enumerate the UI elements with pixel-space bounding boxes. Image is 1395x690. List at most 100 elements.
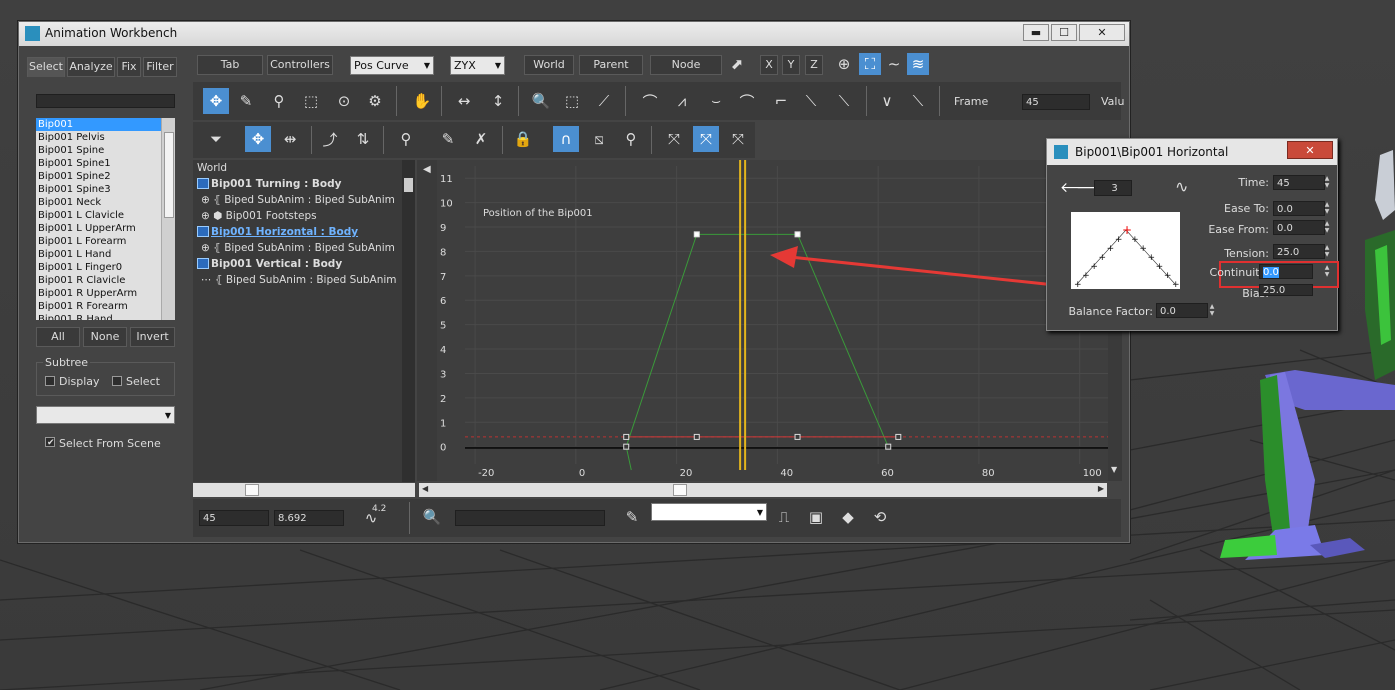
rotate-view-icon[interactable]: ⊕: [833, 53, 855, 75]
align-values-icon[interactable]: ⇅: [350, 126, 376, 152]
zoom-vertical-icon[interactable]: ↕: [485, 88, 511, 114]
key-info-icon[interactable]: 🔍: [419, 504, 445, 530]
continuity-field[interactable]: 0.0: [1259, 264, 1313, 279]
graph-collapse-icon[interactable]: ◀: [423, 164, 431, 175]
zoom-region-icon[interactable]: ⬚: [559, 88, 585, 114]
key-line-icon[interactable]: ∼: [883, 53, 905, 75]
tree-turning-subanim[interactable]: ⊕ ⦃ Biped SubAnim : Biped SubAnim: [201, 193, 395, 208]
frame-field[interactable]: 45: [1022, 94, 1090, 110]
tangent-auto-icon[interactable]: ⌒: [637, 88, 663, 114]
ease-from-spinner[interactable]: ▲ ▼: [1323, 220, 1331, 235]
move-keys-icon[interactable]: ✥: [203, 88, 229, 114]
snap-magnet-icon[interactable]: ∩: [553, 126, 579, 152]
display-checkbox[interactable]: Display: [45, 375, 100, 388]
bottom-value-field[interactable]: 8.692: [274, 510, 344, 526]
move-selection-icon[interactable]: ✥: [245, 126, 271, 152]
zoom-icon[interactable]: 🔍: [528, 88, 554, 114]
select-none-button[interactable]: None: [83, 327, 127, 347]
graph-hscroll[interactable]: ◀ ▶: [419, 483, 1107, 497]
tree-turning-node[interactable]: Bip001 Turning : Body: [197, 177, 342, 192]
controllers-button[interactable]: Controllers: [267, 55, 333, 75]
scale-horizontal-icon[interactable]: ⇹: [277, 126, 303, 152]
status-field[interactable]: [455, 510, 605, 526]
bone-list-item[interactable]: Bip001 R UpperArm: [36, 287, 175, 300]
scroll-down-icon[interactable]: ▼: [1111, 465, 1117, 474]
select-checkbox[interactable]: Select: [112, 375, 160, 388]
continuity-spinner[interactable]: ▲ ▼: [1323, 264, 1331, 279]
display-mode-dropdown[interactable]: ▼: [651, 503, 767, 521]
bone-list-item[interactable]: Bip001 Neck: [36, 196, 175, 209]
pencil-edit-icon[interactable]: ✎: [435, 126, 461, 152]
y-axis-button[interactable]: Y: [782, 55, 800, 75]
tree-vertical-subanim[interactable]: ⋯ ⦃ Biped SubAnim : Biped SubAnim: [201, 273, 397, 288]
tab-filter[interactable]: Filter: [143, 57, 177, 77]
draw-curve-icon[interactable]: ✎: [233, 88, 259, 114]
select-from-scene-checkbox[interactable]: Select From Scene: [45, 437, 161, 450]
ease-from-field[interactable]: 0.0: [1273, 220, 1325, 235]
invert-selection-button[interactable]: Invert: [130, 327, 175, 347]
minimize-button[interactable]: ▬: [1023, 24, 1049, 41]
tab-select[interactable]: Select: [27, 57, 65, 77]
key-light-icon[interactable]: ⚲: [618, 126, 644, 152]
filter-funnel-icon[interactable]: ⏷: [203, 126, 229, 152]
curve-type-select[interactable]: Pos Curve ▼: [350, 56, 434, 75]
text-edit-icon[interactable]: ✎: [619, 504, 645, 530]
pan-hand-icon[interactable]: ✋: [409, 88, 435, 114]
ease-to-spinner[interactable]: ▲ ▼: [1323, 201, 1331, 216]
tension-spinner[interactable]: ▲ ▼: [1323, 244, 1331, 259]
dialog-titlebar[interactable]: Bip001\Bip001 Horizontal ✕: [1047, 139, 1337, 165]
tab-button[interactable]: Tab: [197, 55, 263, 75]
graph-cycle-icon[interactable]: ⟲: [867, 504, 893, 530]
unify-tangent-icon[interactable]: ⟍: [905, 88, 931, 114]
selection-set-dropdown[interactable]: ▼: [36, 406, 175, 424]
bone-list-item[interactable]: Bip001 Spine1: [36, 157, 175, 170]
tree-horizontal-node[interactable]: Bip001 Horizontal : Body: [197, 225, 358, 240]
break-tangent-icon[interactable]: ∨: [874, 88, 900, 114]
pin-tool-icon[interactable]: ⤧: [693, 126, 719, 152]
time-spinner[interactable]: ▲ ▼: [1323, 175, 1331, 190]
bone-list-item[interactable]: Bip001 L UpperArm: [36, 222, 175, 235]
dialog-close-button[interactable]: ✕: [1287, 141, 1333, 159]
tree-hscroll[interactable]: [193, 483, 415, 497]
tangent-fast-icon[interactable]: ⌣: [703, 88, 729, 114]
list-scrollbar[interactable]: [161, 118, 175, 320]
window-titlebar[interactable]: Animation Workbench ▬ ☐ ✕: [19, 22, 1129, 46]
track-tree[interactable]: World Bip001 Turning : Body ⊕ ⦃ Biped Su…: [193, 160, 415, 482]
graph-move-icon[interactable]: ◆: [835, 504, 861, 530]
bone-list-item[interactable]: Bip001 Spine2: [36, 170, 175, 183]
close-button[interactable]: ✕: [1079, 24, 1125, 41]
region-select-icon[interactable]: ⬚: [298, 88, 324, 114]
tree-vertical-node[interactable]: Bip001 Vertical : Body: [197, 257, 342, 272]
tree-footsteps[interactable]: ⊕ ⬢ Bip001 Footsteps: [201, 209, 317, 224]
filter-input[interactable]: [36, 94, 175, 108]
z-axis-button[interactable]: Z: [805, 55, 823, 75]
world-button[interactable]: World: [524, 55, 574, 75]
key-number-field[interactable]: 3: [1094, 180, 1132, 196]
balance-factor-spinner[interactable]: ▲ ▼: [1208, 303, 1216, 318]
bone-list-item[interactable]: Bip001 Spine3: [36, 183, 175, 196]
time-field[interactable]: 45: [1273, 175, 1325, 190]
bone-list-item[interactable]: Bip001 L Clavicle: [36, 209, 175, 222]
tangent-step-icon[interactable]: ⌐: [768, 88, 794, 114]
bone-list-item[interactable]: Bip001 L Forearm: [36, 235, 175, 248]
tangent-linear-icon[interactable]: ⟍: [798, 88, 824, 114]
bias-field[interactable]: 25.0: [1259, 284, 1313, 296]
bone-list-item[interactable]: Bip001: [36, 118, 175, 131]
x-axis-button[interactable]: X: [760, 55, 778, 75]
insert-key-icon[interactable]: ⚲: [393, 126, 419, 152]
unpin-tool-icon[interactable]: ⤧: [725, 126, 751, 152]
tree-world[interactable]: World: [197, 161, 227, 176]
bone-list-item[interactable]: Bip001 R Forearm: [36, 300, 175, 313]
add-key-icon[interactable]: ⚲: [266, 88, 292, 114]
tree-horizontal-subanim[interactable]: ⊕ ⦃ Biped SubAnim : Biped SubAnim: [201, 241, 395, 256]
bone-list-item[interactable]: Bip001 R Clavicle: [36, 274, 175, 287]
tab-analyze[interactable]: Analyze: [67, 57, 115, 77]
delete-keys-icon[interactable]: ✗: [468, 126, 494, 152]
scroll-right-icon[interactable]: ▶: [1098, 484, 1104, 493]
tab-fix[interactable]: Fix: [117, 57, 141, 77]
bone-list-item[interactable]: Bip001 L Hand: [36, 248, 175, 261]
parent-button[interactable]: Parent: [579, 55, 643, 75]
slash-tool-icon[interactable]: ⟋: [591, 88, 617, 114]
lock-icon[interactable]: 🔒: [510, 126, 536, 152]
curve-graph[interactable]: -20 0 20 40 60 80 100 0 1 2 3 4 5 6 7 8 9 10 11 Position o…: [437, 160, 1122, 481]
